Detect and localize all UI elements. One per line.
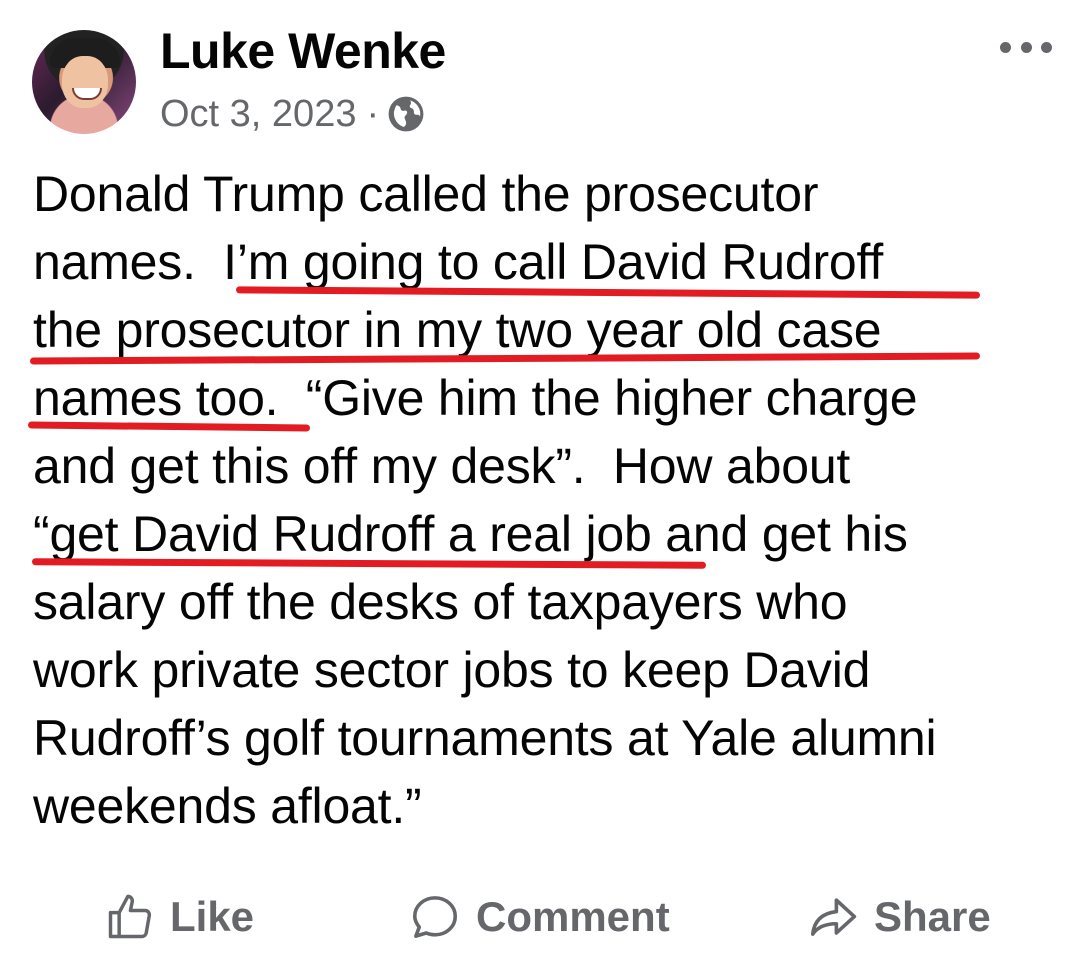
post-body: Donald Trump called the prosecutor names…	[33, 160, 1063, 840]
comment-button[interactable]: Comment	[408, 880, 670, 954]
globe-icon[interactable]	[387, 95, 425, 133]
like-button[interactable]: Like	[104, 880, 254, 954]
post-actions-bar: Like Comment Share	[0, 880, 1080, 954]
more-options-icon[interactable]	[1000, 36, 1052, 58]
post-date[interactable]: Oct 3, 2023	[160, 93, 356, 136]
author-avatar[interactable]	[32, 30, 136, 134]
meta-separator: ·	[366, 92, 380, 135]
comment-bubble-icon	[412, 896, 458, 938]
thumbs-up-icon	[108, 894, 152, 939]
share-label: Share	[874, 893, 991, 940]
post-meta: Oct 3, 2023 ·	[160, 92, 425, 136]
share-button[interactable]: Share	[806, 880, 991, 954]
like-label: Like	[170, 893, 255, 940]
post-text: Donald Trump called the prosecutor names…	[33, 166, 937, 834]
avatar-face	[62, 56, 108, 108]
share-arrow-icon	[810, 898, 857, 936]
comment-label: Comment	[476, 893, 670, 940]
author-name[interactable]: Luke Wenke	[160, 22, 446, 80]
